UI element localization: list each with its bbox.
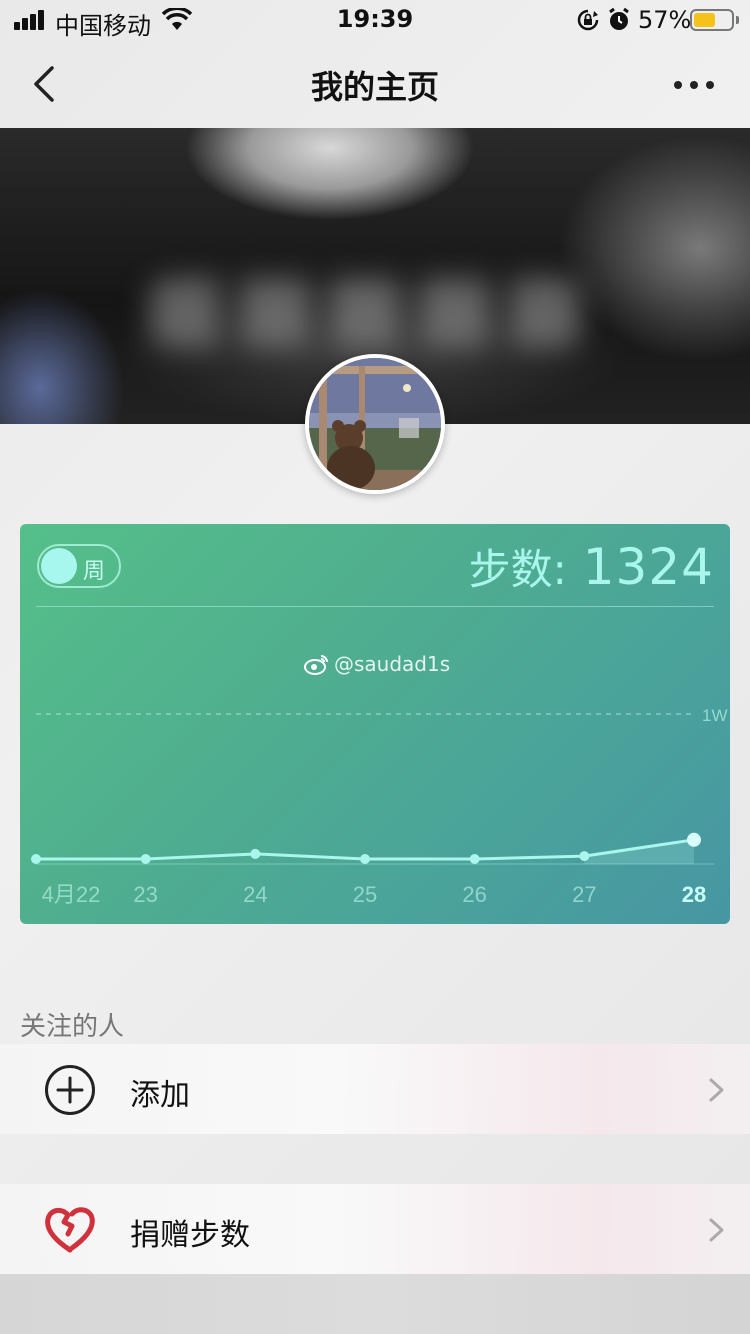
nav-bar: 我的主页 xyxy=(0,40,750,128)
data-point xyxy=(360,854,370,864)
avatar[interactable] xyxy=(305,354,445,494)
donate-steps-row[interactable]: 捐赠步数 xyxy=(0,1184,750,1274)
data-point xyxy=(469,854,480,864)
data-point xyxy=(579,851,590,862)
x-tick-label: 26 xyxy=(462,882,486,907)
data-point xyxy=(31,854,41,864)
add-following-row[interactable]: 添加 xyxy=(0,1044,750,1134)
cover-blur-text xyxy=(150,278,580,348)
chevron-right-icon xyxy=(709,1078,724,1102)
status-bar: 中国移动 19:39 57% xyxy=(0,0,750,40)
alarm-icon xyxy=(609,7,629,30)
battery-icon xyxy=(690,9,734,31)
charity-heart-icon xyxy=(45,1207,95,1253)
add-circle-icon xyxy=(45,1065,95,1115)
reference-label: 1W xyxy=(702,706,728,725)
more-options-icon[interactable] xyxy=(670,72,718,96)
x-tick-label: 28 xyxy=(682,882,706,907)
rotation-lock-icon xyxy=(577,9,599,31)
x-tick-label: 23 xyxy=(133,882,157,907)
add-label: 添加 xyxy=(130,1078,190,1113)
page-title: 我的主页 xyxy=(310,68,439,106)
avatar-bear-image xyxy=(309,358,441,490)
x-tick-label: 24 xyxy=(243,882,267,907)
data-point xyxy=(140,854,151,864)
battery-percent: 57% xyxy=(638,6,692,34)
steps-card: 周 步数 : 1324 @saudad1s 1W 4月22 23 24 25 26 27 28 xyxy=(20,524,730,924)
chevron-right-icon xyxy=(709,1218,724,1242)
x-tick-label: 25 xyxy=(353,882,377,907)
x-tick-label: 4月22 xyxy=(42,882,101,907)
section-label-following: 关注的人 xyxy=(20,1012,125,1042)
bottom-band xyxy=(0,1274,750,1334)
data-point xyxy=(687,832,701,847)
steps-chart: 1W 4月22 23 24 25 26 27 28 xyxy=(31,706,728,907)
x-tick-label: 27 xyxy=(572,882,596,907)
donate-label: 捐赠步数 xyxy=(130,1218,250,1253)
battery-cap xyxy=(736,16,739,24)
data-point xyxy=(250,848,261,859)
